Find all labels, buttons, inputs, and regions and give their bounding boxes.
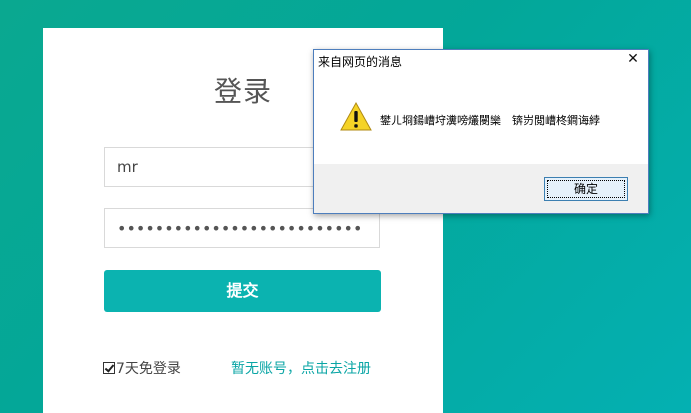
register-link[interactable]: 暂无账号，点击去注册 [231, 358, 371, 378]
remember-label: 7天免登录 [116, 361, 181, 377]
password-input[interactable] [105, 209, 379, 247]
close-icon[interactable]: ✕ [626, 52, 640, 66]
warning-icon [340, 101, 372, 131]
dialog-footer: 确定 [314, 164, 648, 213]
alert-dialog: 来自网页的消息 ✕ 鐢ㄦ埛鍚嶆垨瀵嗙爜閿欒 锛岃閲嶆柊鐧诲綍 确定 [313, 49, 649, 214]
ok-button[interactable]: 确定 [544, 177, 628, 201]
dialog-body: 鐢ㄦ埛鍚嶆垨瀵嗙爜閿欒 锛岃閲嶆柊鐧诲綍 [314, 72, 648, 164]
dialog-title: 来自网页的消息 [318, 55, 403, 69]
dialog-message: 鐢ㄦ埛鍚嶆垨瀵嗙爜閿欒 锛岃閲嶆柊鐧诲綍 [380, 114, 600, 127]
remember-checkbox[interactable] [103, 362, 115, 374]
password-field-wrapper [104, 208, 380, 248]
remember-me[interactable]: 7天免登录 [103, 358, 181, 378]
submit-button[interactable]: 提交 [104, 270, 381, 312]
